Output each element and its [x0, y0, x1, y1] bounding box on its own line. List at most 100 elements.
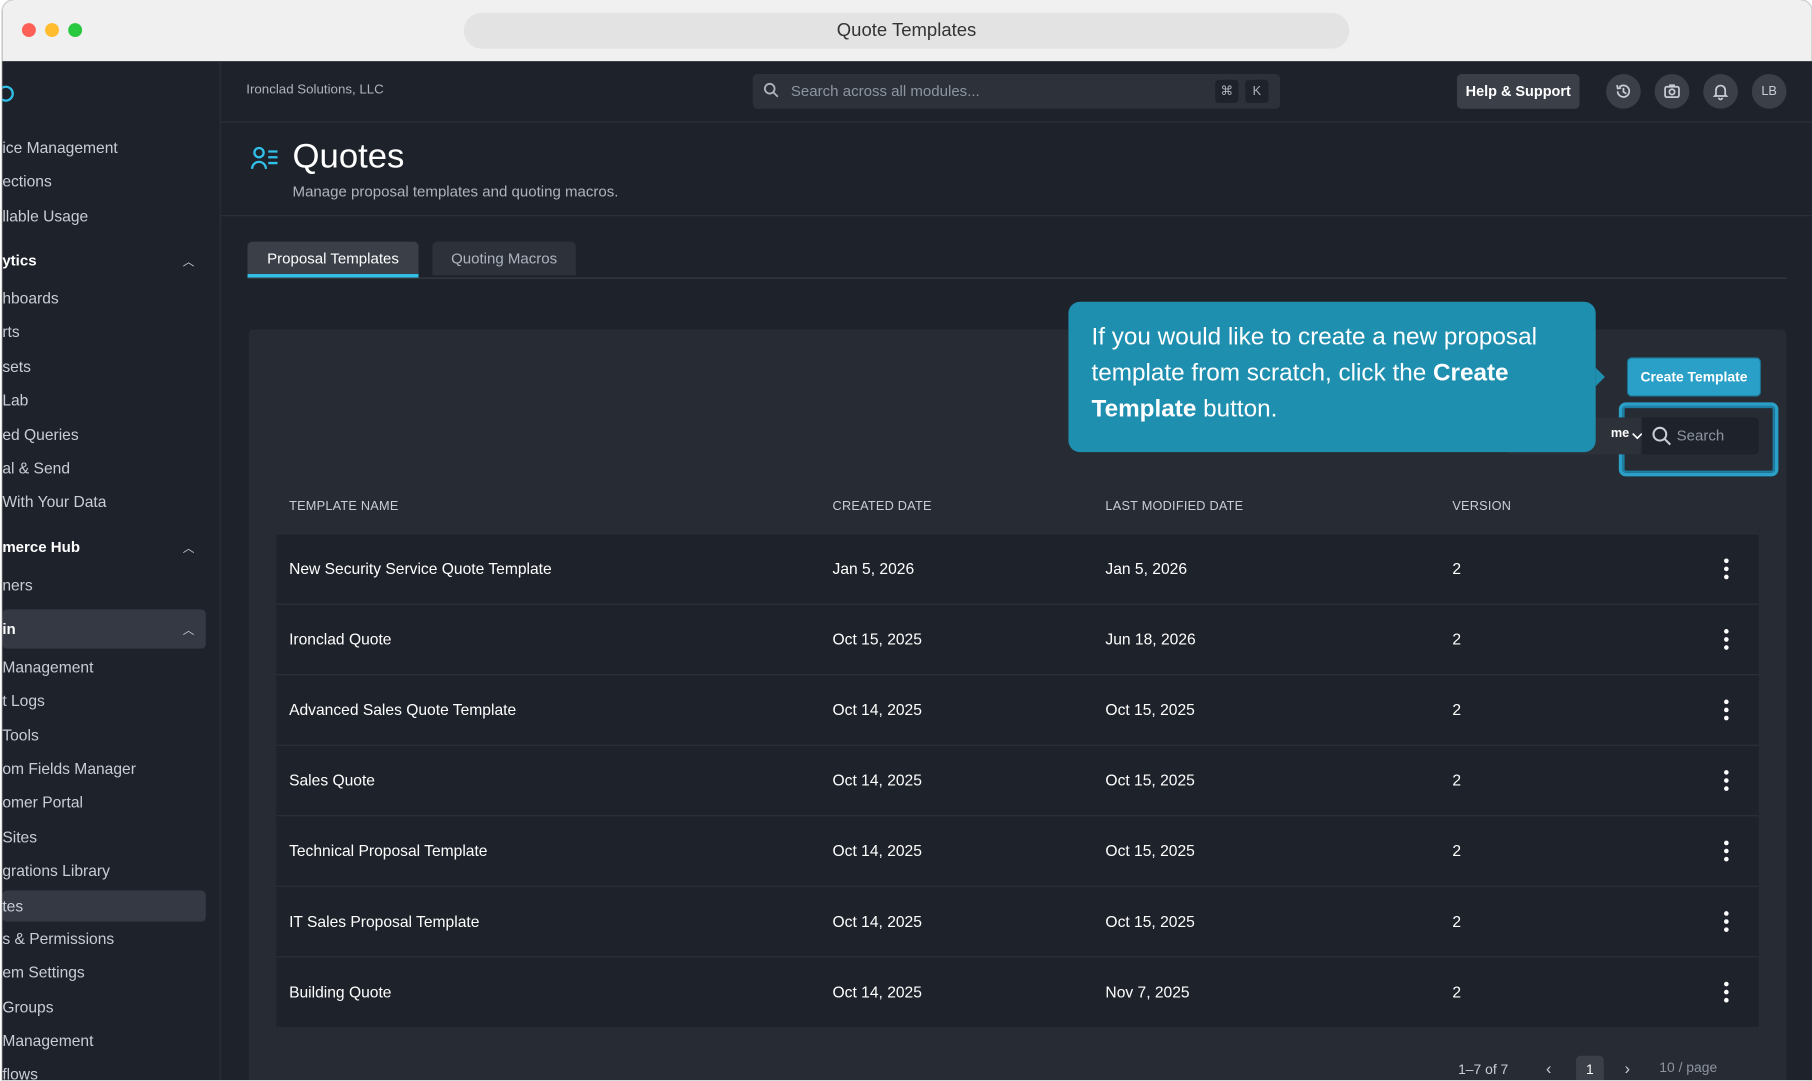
sidebar-item[interactable]: rts	[2, 312, 206, 351]
minimize-window-button[interactable]	[45, 23, 59, 38]
more-options-icon[interactable]	[1719, 770, 1733, 791]
column-header-version[interactable]: VERSION	[1452, 500, 1511, 514]
maximize-window-button[interactable]	[68, 23, 83, 38]
main-content: Ironclad Solutions, LLC Search across al…	[220, 61, 1812, 1080]
column-header-created-date[interactable]: CREATED DATE	[833, 500, 932, 514]
global-search-input[interactable]: Search across all modules... ⌘ K	[752, 74, 1281, 109]
page-subtitle: Manage proposal templates and quoting ma…	[292, 182, 619, 201]
modified-date: Oct 15, 2025	[1105, 771, 1195, 790]
camera-icon	[1664, 84, 1680, 98]
screenshot-button[interactable]	[1654, 74, 1690, 109]
table-row[interactable]: Ironclad Quote Oct 15, 2025 Jun 18, 2026…	[276, 603, 1759, 675]
app-body: ice Management ections llable Usage ytic…	[2, 61, 1812, 1080]
modified-date: Oct 15, 2025	[1105, 912, 1195, 931]
window-titlebar: Quote Templates	[2, 0, 1812, 62]
template-name: Building Quote	[289, 983, 392, 1001]
tab-proposal-templates[interactable]: Proposal Templates	[247, 241, 419, 278]
chevron-up-icon: ︿	[182, 542, 195, 556]
more-options-icon[interactable]	[1719, 911, 1733, 932]
sidebar-section-admin[interactable]: in ︿	[2, 609, 206, 649]
version: 2	[1452, 771, 1462, 790]
sidebar-item[interactable]: flows	[2, 1055, 206, 1080]
more-options-icon[interactable]	[1719, 981, 1733, 1003]
sidebar-section-analytics[interactable]: ytics ︿	[2, 241, 206, 280]
sidebar-item[interactable]: em Settings	[2, 953, 206, 992]
template-name: Ironclad Quote	[289, 630, 392, 649]
table-search-input[interactable]: Search	[1641, 417, 1759, 455]
prev-page-button[interactable]: ‹	[1546, 1059, 1551, 1078]
more-options-icon[interactable]	[1719, 629, 1733, 650]
table-row[interactable]: Advanced Sales Quote Template Oct 14, 20…	[276, 674, 1759, 745]
modified-date: Oct 15, 2025	[1105, 701, 1195, 719]
more-options-icon[interactable]	[1719, 840, 1733, 862]
walkthrough-tooltip: If you would like to create a new propos…	[1068, 301, 1596, 453]
version: 2	[1452, 630, 1462, 649]
tab-bar: Proposal Templates Quoting Macros	[247, 241, 1787, 279]
modified-date: Jun 18, 2026	[1105, 630, 1196, 649]
column-header-last-modified[interactable]: LAST MODIFIED DATE	[1105, 500, 1243, 514]
created-date: Oct 14, 2025	[832, 771, 922, 790]
modified-date: Jan 5, 2026	[1105, 560, 1188, 578]
page-size-select[interactable]: 10 / page	[1659, 1059, 1717, 1075]
sidebar-item-quotes[interactable]: tes	[2, 890, 206, 922]
created-date: Oct 14, 2025	[832, 842, 922, 860]
more-options-icon[interactable]	[1719, 699, 1733, 721]
search-placeholder: Search across all modules...	[790, 82, 980, 100]
column-header-template-name[interactable]: TEMPLATE NAME	[289, 500, 398, 514]
history-button[interactable]	[1606, 74, 1641, 109]
quotes-page-icon	[250, 146, 278, 169]
created-date: Oct 14, 2025	[832, 912, 922, 931]
tooltip-text-after: button.	[1196, 395, 1278, 423]
page-number-button[interactable]: 1	[1576, 1055, 1604, 1080]
sidebar-item[interactable]: omer Portal	[2, 783, 206, 822]
sidebar-item[interactable]: ners	[2, 565, 206, 604]
sidebar-item[interactable]: grations Library	[2, 851, 206, 890]
help-support-button[interactable]: Help & Support	[1456, 74, 1580, 109]
version: 2	[1452, 842, 1462, 860]
sidebar-section-commerce-hub[interactable]: merce Hub ︿	[2, 527, 206, 566]
app-window: Quote Templates ice Management ections l…	[2, 0, 1812, 1080]
table-row[interactable]: Building Quote Oct 14, 2025 Nov 7, 2025 …	[276, 956, 1759, 1027]
search-icon	[763, 82, 779, 98]
sidebar-item[interactable]: ections	[2, 162, 206, 201]
bell-icon	[1712, 84, 1729, 101]
close-window-button[interactable]	[21, 23, 36, 38]
sidebar-item[interactable]: Lab	[2, 380, 206, 419]
sidebar-item[interactable]: llable Usage	[2, 197, 206, 236]
created-date: Jan 5, 2026	[832, 560, 915, 578]
command-key-hint: ⌘	[1215, 79, 1239, 103]
notifications-button[interactable]	[1703, 74, 1738, 109]
modified-date: Oct 15, 2025	[1105, 842, 1195, 860]
template-name: Advanced Sales Quote Template	[289, 701, 517, 719]
table-row[interactable]: New Security Service Quote Template Jan …	[276, 533, 1759, 604]
user-avatar[interactable]: LB	[1751, 74, 1787, 109]
table-search-placeholder: Search	[1676, 426, 1725, 445]
created-date: Oct 14, 2025	[832, 983, 922, 1001]
version: 2	[1452, 560, 1462, 578]
sidebar: ice Management ections llable Usage ytic…	[2, 61, 221, 1080]
tab-quoting-macros[interactable]: Quoting Macros	[432, 241, 576, 276]
template-name: Sales Quote	[289, 771, 375, 790]
page-title: Quotes	[292, 137, 405, 176]
version: 2	[1452, 912, 1462, 931]
window-title: Quote Templates	[463, 12, 1350, 49]
create-template-button[interactable]: Create Template	[1626, 357, 1762, 397]
version: 2	[1452, 983, 1462, 1001]
search-icon	[1652, 426, 1672, 446]
k-key-hint: K	[1245, 79, 1269, 103]
table-row[interactable]: Technical Proposal Template Oct 14, 2025…	[276, 815, 1759, 886]
modified-date: Nov 7, 2025	[1105, 983, 1190, 1001]
chevron-up-icon: ︿	[182, 256, 195, 269]
page-header: Quotes	[220, 123, 1812, 217]
more-options-icon[interactable]	[1719, 558, 1733, 580]
next-page-button[interactable]: ›	[1625, 1059, 1630, 1078]
table-row[interactable]: Sales Quote Oct 14, 2025 Oct 15, 2025 2	[276, 744, 1759, 816]
template-name: Technical Proposal Template	[289, 842, 488, 860]
created-date: Oct 14, 2025	[832, 701, 922, 719]
sidebar-item[interactable]: With Your Data	[2, 482, 206, 521]
tooltip-arrow	[1595, 367, 1605, 387]
table-row[interactable]: IT Sales Proposal Template Oct 14, 2025 …	[276, 885, 1759, 957]
template-name: New Security Service Quote Template	[289, 560, 552, 578]
top-bar: Ironclad Solutions, LLC Search across al…	[220, 61, 1812, 123]
sidebar-item[interactable]: t Logs	[2, 681, 206, 720]
